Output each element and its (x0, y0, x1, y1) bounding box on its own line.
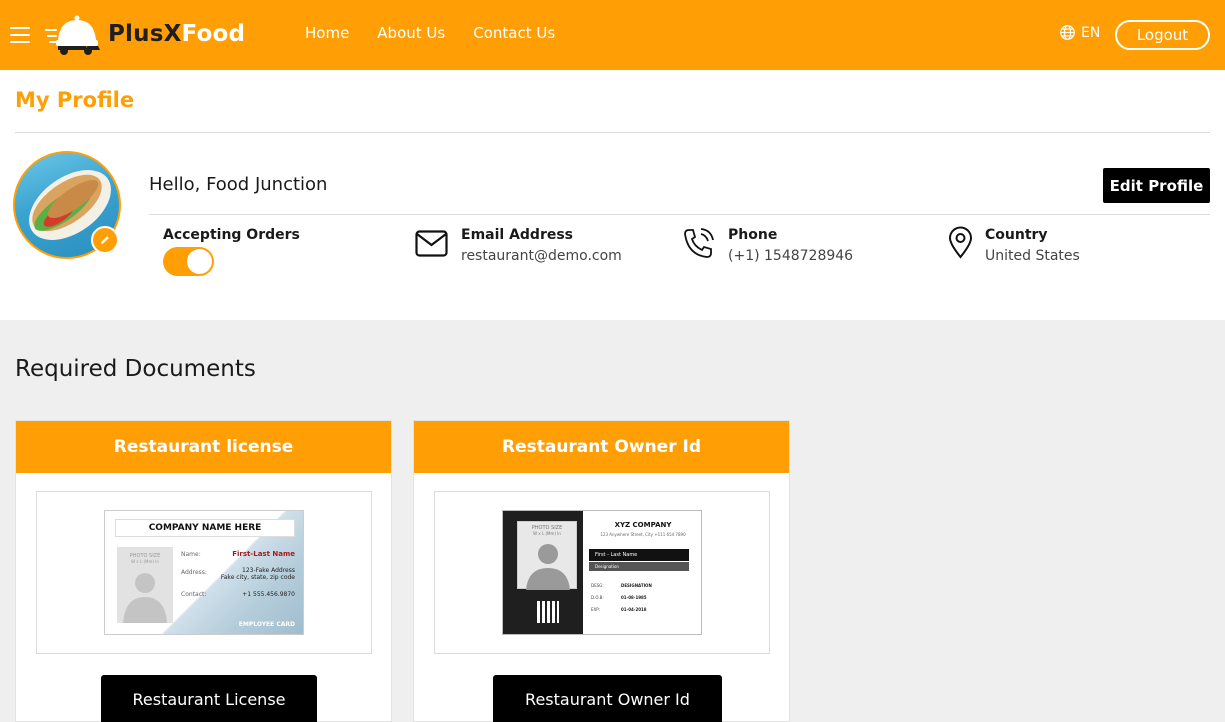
card-heading: Restaurant license (16, 421, 391, 473)
restaurant-license-button[interactable]: Restaurant License (101, 675, 317, 722)
restaurant-owner-id-button[interactable]: Restaurant Owner Id (493, 675, 722, 722)
envelope-icon (415, 230, 448, 257)
owner-id-preview-image[interactable]: PHOTO SIZE W x L (Mm) In XYZ COMPANY 123… (434, 491, 770, 654)
person-silhouette-icon (123, 573, 167, 623)
phone-label: Phone (728, 227, 778, 243)
top-navbar: PlusXFood Home About Us Contact Us EN Lo… (0, 0, 1225, 70)
email-value: restaurant@demo.com (461, 248, 622, 264)
toggle-knob (187, 249, 212, 274)
country-label: Country (985, 227, 1048, 243)
edit-profile-button[interactable]: Edit Profile (1103, 168, 1210, 203)
delivery-cloche-icon (45, 15, 100, 55)
page-title: My Profile (15, 88, 135, 112)
restaurant-owner-id-card: Restaurant Owner Id PHOTO SIZE W x L (Mm… (413, 420, 790, 722)
brand-logo[interactable]: PlusXFood (44, 10, 245, 58)
main-nav: Home About Us Contact Us (305, 24, 555, 42)
language-selector[interactable]: EN (1059, 24, 1100, 41)
email-label: Email Address (461, 227, 574, 243)
divider (15, 132, 1210, 133)
divider (149, 214, 1210, 215)
phone-value: (+1) 1548728946 (728, 248, 854, 264)
country-value: United States (985, 248, 1080, 264)
photo-placeholder: PHOTO SIZE W x L (Mm) In (117, 547, 173, 623)
license-preview-image[interactable]: COMPANY NAME HERE PHOTO SIZE W x L (Mm) … (36, 491, 372, 654)
menu-icon[interactable] (10, 27, 30, 43)
language-code: EN (1081, 24, 1101, 41)
logo-wordmark: PlusXFood (108, 21, 246, 47)
nav-home-link[interactable]: Home (305, 24, 349, 42)
phone-icon (684, 228, 714, 258)
nav-contact-link[interactable]: Contact Us (473, 24, 555, 42)
logout-button[interactable]: Logout (1115, 20, 1210, 50)
accepting-orders-label: Accepting Orders (163, 227, 300, 243)
company-name: COMPANY NAME HERE (115, 519, 295, 537)
photo-placeholder: PHOTO SIZE W x L (Mm) In (517, 521, 577, 590)
documents-heading: Required Documents (15, 356, 256, 382)
qr-code-icon (537, 601, 559, 623)
card-heading: Restaurant Owner Id (414, 421, 789, 473)
id-card-preview: COMPANY NAME HERE PHOTO SIZE W x L (Mm) … (104, 510, 304, 635)
id-card-preview: PHOTO SIZE W x L (Mm) In XYZ COMPANY 123… (502, 510, 702, 635)
nav-about-link[interactable]: About Us (377, 24, 445, 42)
restaurant-license-card: Restaurant license COMPANY NAME HERE PHO… (15, 420, 392, 722)
greeting-heading: Hello, Food Junction (149, 174, 328, 195)
person-silhouette-icon (526, 544, 570, 590)
pencil-icon (101, 236, 109, 244)
accepting-orders-toggle[interactable] (163, 247, 214, 276)
edit-avatar-button[interactable] (91, 226, 119, 254)
globe-icon (1060, 25, 1075, 40)
location-pin-icon (948, 226, 973, 259)
